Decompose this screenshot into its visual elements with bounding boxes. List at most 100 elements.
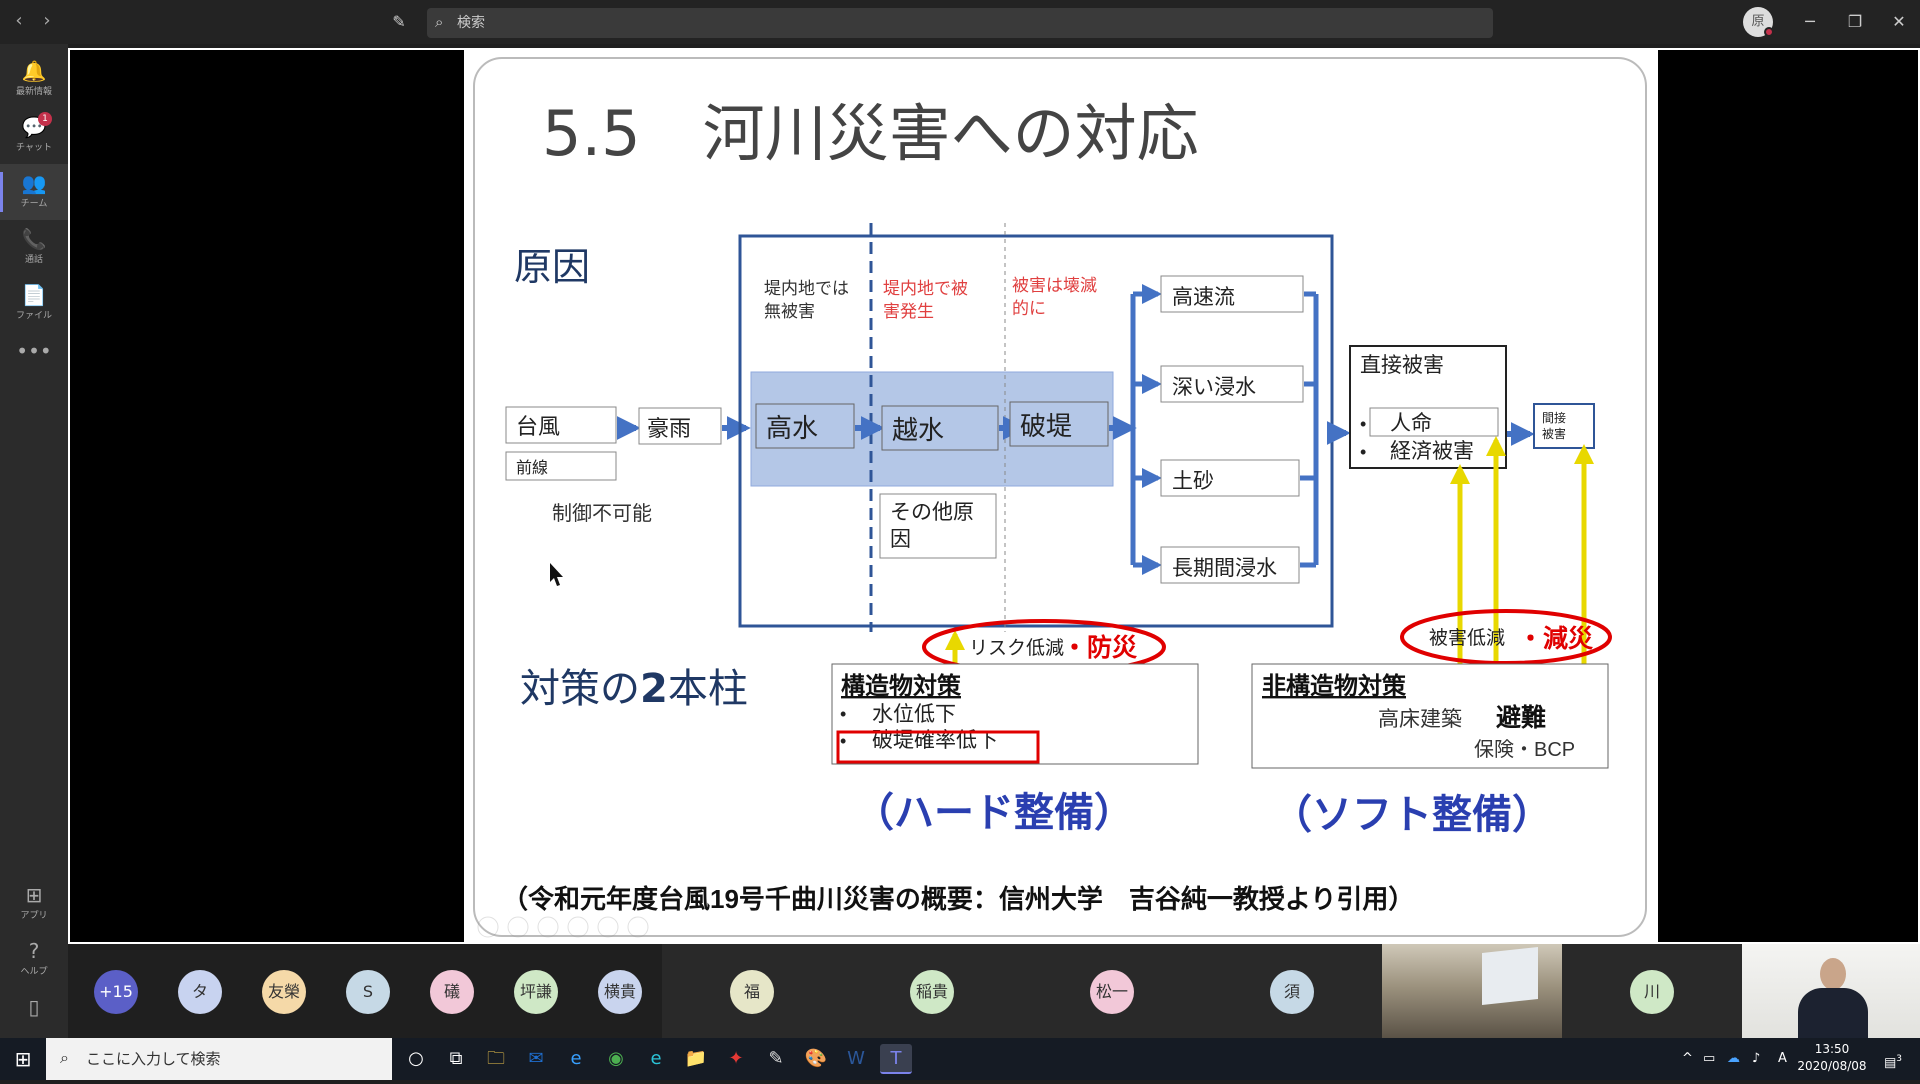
participant-avatar[interactable]: タ	[178, 970, 222, 1014]
rail-label: チャット	[16, 143, 52, 153]
participant-avatar[interactable]: S	[346, 970, 390, 1014]
direct-damage-item: 人命	[1390, 412, 1432, 435]
cause-heading: 原因	[514, 245, 590, 289]
rail-label: チーム	[20, 199, 48, 209]
close-button[interactable]: ✕	[1884, 10, 1914, 34]
effect-label: 土砂	[1172, 470, 1214, 493]
compose-icon[interactable]: ✎	[388, 12, 410, 34]
paint-icon[interactable]: 🎨	[800, 1044, 832, 1074]
participant-tile[interactable]: 松一	[1022, 944, 1202, 1038]
search-input[interactable]	[457, 8, 1477, 38]
participant-avatar[interactable]: 横貴	[598, 970, 642, 1014]
edge-icon[interactable]: e	[640, 1044, 672, 1074]
taskbar-search-input[interactable]	[86, 1038, 386, 1080]
participant-tile[interactable]: 稲貴	[842, 944, 1022, 1038]
bullet: •	[840, 704, 846, 724]
typhoon-label: 台風	[516, 414, 560, 439]
participant-avatar: 須	[1270, 970, 1314, 1014]
participant-tile[interactable]: 須	[1202, 944, 1382, 1038]
participant-avatar: 松一	[1090, 970, 1134, 1014]
system-clock[interactable]: 13:50 2020/08/08	[1786, 1041, 1878, 1075]
direct-damage-heading: 直接被害	[1360, 354, 1444, 377]
rail-label: アプリ	[20, 911, 48, 921]
indirect-damage-line2: 被害	[1542, 426, 1566, 441]
minimize-button[interactable]: ─	[1795, 10, 1825, 34]
forward-icon[interactable]: ›	[36, 10, 58, 32]
presenter-video-feed[interactable]	[1742, 944, 1920, 1038]
tray-chevron-icon[interactable]: ^	[1682, 1038, 1693, 1080]
onedrive-icon[interactable]: ☁	[1727, 1038, 1740, 1080]
cortana-icon[interactable]: ○	[400, 1044, 432, 1074]
rail-item[interactable]: ? ヘルプ	[0, 932, 68, 988]
back-icon[interactable]: ‹	[8, 10, 30, 32]
soft-label: （ソフト整備）	[1272, 793, 1552, 837]
search-box[interactable]: ⌕	[427, 8, 1493, 38]
pdf-icon[interactable]: ✦	[720, 1044, 752, 1074]
avatar[interactable]: 原	[1743, 7, 1774, 37]
rail-item[interactable]: 🔔 最新情報	[0, 52, 68, 108]
zone-devastating-line1: 被害は壊滅	[1012, 276, 1097, 295]
windows-start-icon[interactable]: ⊞	[0, 1038, 46, 1080]
prevention-label: ・防災	[1062, 634, 1138, 662]
maximize-button[interactable]: ❐	[1840, 10, 1870, 34]
bullet: •	[1360, 414, 1366, 434]
hard-label: （ハード整備）	[854, 791, 1134, 835]
participant-tile[interactable]: 川	[1562, 944, 1742, 1038]
chat-icon: 💬	[21, 115, 47, 139]
participant-avatar[interactable]: +15	[94, 970, 138, 1014]
word-icon[interactable]: W	[840, 1044, 872, 1074]
task-view-icon[interactable]: ⧉	[440, 1044, 472, 1074]
participant-avatar[interactable]: 礒	[430, 970, 474, 1014]
folder-icon[interactable]: 📁	[680, 1044, 712, 1074]
volume-icon[interactable]: ♪	[1752, 1038, 1760, 1080]
participant-avatar: 川	[1630, 970, 1674, 1014]
zoom-icon[interactable]	[597, 916, 619, 938]
rail-item[interactable]: 📞 通話	[0, 220, 68, 276]
damage-reduction-label: 被害低減	[1429, 627, 1505, 649]
search-icon: ⌕	[435, 13, 444, 31]
non-structural-heading: 非構造物対策	[1262, 672, 1407, 700]
explorer-icon[interactable]: 🗀	[480, 1044, 512, 1074]
clock-time: 13:50	[1814, 1042, 1850, 1056]
next-slide-icon[interactable]	[507, 916, 529, 938]
taskbar-search[interactable]: ⌕	[46, 1038, 392, 1080]
rail-item[interactable]: ▯	[0, 988, 68, 1044]
high-water-label: 高水	[766, 413, 818, 443]
rail-label: ファイル	[15, 311, 52, 321]
measures-heading: 対策の2本柱	[520, 666, 748, 712]
rail-item[interactable]: ⊞ アプリ	[0, 876, 68, 932]
participant-avatar[interactable]: 友榮	[262, 970, 306, 1014]
rail-label: 最新情報	[15, 87, 52, 97]
rail-item[interactable]: 💬 チャット 1	[0, 108, 68, 164]
rail-item[interactable]: •••	[0, 332, 68, 388]
rail-item[interactable]: 👥 チーム	[0, 164, 68, 220]
network-icon[interactable]: ▭	[1703, 1038, 1715, 1080]
search-icon: ⌕	[60, 1048, 69, 1067]
apps-icon: ⊞	[25, 883, 43, 907]
participant-avatar[interactable]: 坪謙	[514, 970, 558, 1014]
front-label: 前線	[516, 459, 548, 477]
slide: 5.5 河川災害への対応 原因 台風 前線 制御不可能 豪雨 堤内地では 無被害…	[464, 50, 1658, 944]
room-video-feed[interactable]	[1382, 944, 1562, 1038]
risk-reduction-label: リスク低減	[969, 637, 1064, 659]
breach-label: 破堤	[1020, 411, 1072, 441]
non-structural-item: 高床建築	[1378, 708, 1462, 731]
effect-label: 高速流	[1172, 286, 1235, 309]
projector-screen	[1482, 947, 1538, 1005]
slides-icon[interactable]	[567, 916, 589, 938]
rail-item[interactable]: 📄 ファイル	[0, 276, 68, 332]
notepad-icon[interactable]: ✎	[760, 1044, 792, 1074]
outlook-icon[interactable]: ✉	[520, 1044, 552, 1074]
teams-icon[interactable]: T	[880, 1044, 912, 1074]
zone-damage-line2: 害発生	[883, 302, 934, 321]
other-causes-line2: 因	[890, 528, 911, 551]
notification-icon[interactable]: ▤3	[1884, 1038, 1902, 1080]
chrome-icon[interactable]: ◉	[600, 1044, 632, 1074]
presenter-toolbar[interactable]	[477, 916, 649, 938]
teams-icon: 👥	[21, 171, 47, 195]
participant-tile[interactable]: 福	[662, 944, 842, 1038]
ie-icon[interactable]: e	[560, 1044, 592, 1074]
pen-icon[interactable]	[537, 916, 559, 938]
avatar-initial: 原	[1751, 14, 1765, 29]
options-icon[interactable]	[627, 916, 649, 938]
